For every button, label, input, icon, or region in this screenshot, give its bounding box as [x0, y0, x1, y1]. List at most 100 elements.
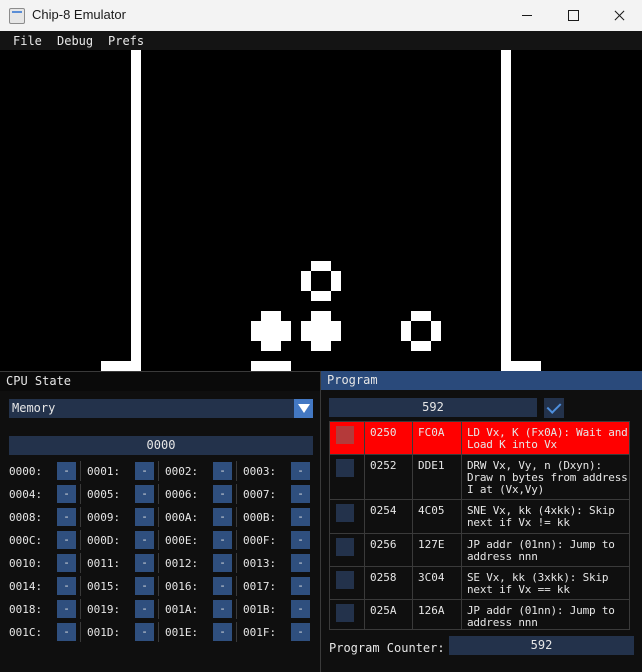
program-desc-cell: SE Vx, kk (3xkk): Skip next if Vx == kk	[462, 567, 629, 599]
menu-file[interactable]: File	[13, 34, 42, 48]
program-opcode: FC0A	[418, 426, 445, 439]
memory-value-button[interactable]: -	[135, 462, 154, 480]
memory-column-divider	[80, 530, 81, 550]
memory-address-label: 0001:	[87, 465, 121, 478]
memory-value-button[interactable]: -	[291, 462, 310, 480]
program-desc: SE Vx, kk (3xkk): Skip next if Vx == kk	[467, 571, 615, 596]
memory-address-label: 001E:	[165, 626, 199, 639]
chevron-down-icon[interactable]	[294, 399, 313, 418]
cpu-state-title: CPU State	[0, 372, 320, 391]
memory-value-button[interactable]: -	[57, 577, 76, 595]
memory-column-divider	[80, 599, 81, 619]
program-row[interactable]: 0256 127E JP addr (01nn): Jump to address …	[330, 534, 629, 567]
memory-value-button[interactable]: -	[57, 600, 76, 618]
memory-value-button[interactable]: -	[213, 531, 232, 549]
memory-column-divider	[158, 622, 159, 642]
program-desc-cell: DRW Vx, Vy, n (Dxyn): Draw n bytes from …	[462, 455, 629, 499]
memory-value-button[interactable]: -	[57, 531, 76, 549]
memory-value-button[interactable]: -	[213, 462, 232, 480]
program-desc-cell: LD Vx, K (Fx0A): Wait and Load K into Vx	[462, 422, 629, 454]
memory-column-divider	[158, 530, 159, 550]
chip8-display	[0, 50, 642, 371]
maximize-button[interactable]	[550, 0, 596, 31]
goto-address-input[interactable]: 592	[329, 398, 537, 417]
memory-column-divider	[80, 622, 81, 642]
memory-address-label: 0007:	[243, 488, 277, 501]
memory-value-button[interactable]: -	[291, 508, 310, 526]
memory-value-button[interactable]: -	[135, 554, 154, 572]
program-counter-input[interactable]: 592	[449, 636, 634, 655]
breakpoint-toggle[interactable]	[336, 538, 354, 556]
memory-address-label: 0018:	[9, 603, 43, 616]
memory-address-label: 000B:	[243, 511, 277, 524]
memory-value-button[interactable]: -	[135, 623, 154, 641]
memory-column-divider	[236, 530, 237, 550]
program-desc-cell: SNE Vx, kk (4xkk): Skip next if Vx != kk	[462, 500, 629, 533]
memory-value-button[interactable]: -	[135, 508, 154, 526]
memory-column-divider	[80, 576, 81, 596]
program-addr: 0252	[370, 459, 397, 472]
memory-address-label: 0000:	[9, 465, 43, 478]
breakpoint-toggle[interactable]	[336, 571, 354, 589]
breakpoint-toggle[interactable]	[336, 459, 354, 477]
menu-debug[interactable]: Debug	[57, 34, 93, 48]
program-opcode-cell: 126A	[413, 600, 462, 629]
program-addr: 0258	[370, 571, 397, 584]
memory-value-button[interactable]: -	[57, 554, 76, 572]
memory-column-divider	[158, 599, 159, 619]
memory-value-button[interactable]: -	[57, 508, 76, 526]
memory-value-button[interactable]: -	[291, 600, 310, 618]
memory-value-button[interactable]: -	[213, 623, 232, 641]
left-wall-foot	[101, 361, 141, 371]
program-opcode-cell: FC0A	[413, 422, 462, 454]
memory-value-button[interactable]: -	[135, 577, 154, 595]
program-addr: 0256	[370, 538, 397, 551]
program-row[interactable]: 0250 FC0A LD Vx, K (Fx0A): Wait and Load K…	[330, 422, 629, 455]
memory-address-label: 0003:	[243, 465, 277, 478]
program-row[interactable]: 0254 4C05 SNE Vx, kk (4xkk): Skip next if …	[330, 500, 629, 534]
memory-address-label: 0016:	[165, 580, 199, 593]
breakpoint-toggle[interactable]	[336, 426, 354, 444]
program-opcode-cell: 127E	[413, 534, 462, 566]
memory-value-button[interactable]: -	[291, 623, 310, 641]
memory-address-label: 0006:	[165, 488, 199, 501]
memory-address-label: 0017:	[243, 580, 277, 593]
memory-address-label: 000F:	[243, 534, 277, 547]
memory-address-input[interactable]: 0000	[9, 436, 313, 455]
follow-pc-checkbox[interactable]	[544, 398, 564, 418]
memory-column-divider	[236, 576, 237, 596]
memory-value-button[interactable]: -	[213, 577, 232, 595]
memory-value-button[interactable]: -	[291, 531, 310, 549]
memory-value-button[interactable]: -	[135, 485, 154, 503]
view-selector-dropdown[interactable]: Memory	[9, 399, 313, 418]
memory-value-button[interactable]: -	[291, 554, 310, 572]
program-row[interactable]: 025A 126A JP addr (01nn): Jump to address …	[330, 600, 629, 630]
program-desc-cell: JP addr (01nn): Jump to address nnn	[462, 534, 629, 566]
program-desc: JP addr (01nn): Jump to address nnn	[467, 604, 622, 629]
sprite-bar	[251, 361, 291, 371]
memory-address-label: 000A:	[165, 511, 199, 524]
memory-value-button[interactable]: -	[213, 554, 232, 572]
breakpoint-cell	[330, 455, 365, 499]
memory-address-label: 0005:	[87, 488, 121, 501]
minimize-button[interactable]	[504, 0, 550, 31]
memory-value-button[interactable]: -	[213, 600, 232, 618]
memory-value-button[interactable]: -	[291, 577, 310, 595]
breakpoint-toggle[interactable]	[336, 504, 354, 522]
memory-value-button[interactable]: -	[57, 485, 76, 503]
memory-value-button[interactable]: -	[57, 462, 76, 480]
memory-value-button[interactable]: -	[57, 623, 76, 641]
memory-column-divider	[158, 553, 159, 573]
program-row[interactable]: 0258 3C04 SE Vx, kk (3xkk): Skip next if V…	[330, 567, 629, 600]
program-row[interactable]: 0252 DDE1 DRW Vx, Vy, n (Dxyn): Draw n byt…	[330, 455, 629, 500]
memory-value-button[interactable]: -	[135, 531, 154, 549]
memory-value-button[interactable]: -	[213, 485, 232, 503]
breakpoint-toggle[interactable]	[336, 604, 354, 622]
memory-value-button[interactable]: -	[291, 485, 310, 503]
memory-value-button[interactable]: -	[135, 600, 154, 618]
close-button[interactable]	[596, 0, 642, 31]
program-addr-cell: 0252	[365, 455, 413, 499]
memory-address-label: 001F:	[243, 626, 277, 639]
menu-prefs[interactable]: Prefs	[108, 34, 144, 48]
memory-value-button[interactable]: -	[213, 508, 232, 526]
